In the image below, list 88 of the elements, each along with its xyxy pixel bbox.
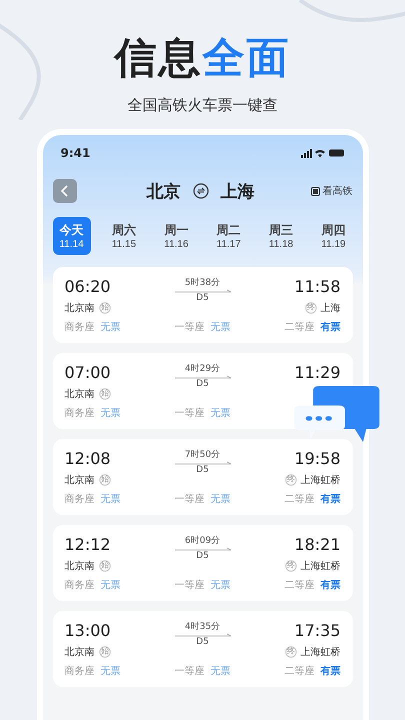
headline: 信息全面 (114, 32, 290, 84)
seat-class: 一等座 (174, 320, 204, 334)
high-speed-filter[interactable]: 看高铁 (310, 184, 352, 198)
ticket-status: 无票 (210, 492, 230, 506)
start-mark: 始 (98, 560, 110, 572)
date-tab[interactable]: 周二 11.17 (210, 217, 248, 255)
train-card[interactable]: 12:08 7时50分 D5 19:58 北京南 始 终 上海虹桥 商务座 无票 一等座 无票 二等座 有票 (52, 439, 352, 515)
date-tab[interactable]: 周四 11.19 (314, 217, 352, 255)
train-card[interactable]: 07:00 4时29分 D5 11:29 北京南 始 商务座 无票 一等座 无票 (52, 353, 352, 429)
seat-class: 一等座 (174, 406, 204, 420)
train-number: D5 (196, 293, 209, 303)
seat-class: 一等座 (174, 492, 204, 506)
departure-time: 12:12 (64, 535, 112, 556)
arrival-station: 上海 (320, 302, 340, 316)
departure-station: 北京南 (64, 302, 94, 316)
train-number: D5 (196, 465, 209, 475)
date-tab[interactable]: 周六 11.15 (104, 217, 143, 255)
departure-station: 北京南 (64, 560, 94, 574)
ticket-status: 无票 (210, 664, 230, 678)
arrival-station: 上海虹桥 (300, 646, 340, 660)
departure-time: 13:00 (64, 621, 112, 642)
arrival-station: 上海虹桥 (300, 474, 340, 488)
date-tab[interactable]: 周三 11.18 (262, 217, 300, 255)
start-mark: 始 (98, 388, 110, 400)
departure-time: 12:08 (64, 449, 112, 470)
train-card[interactable]: 13:00 4时35分 D5 17:35 北京南 始 终 上海虹桥 商务座 无票 一等座 无票 二等座 有票 (52, 611, 352, 687)
departure-time: 07:00 (64, 363, 112, 384)
start-mark: 始 (98, 302, 110, 314)
ticket-status: 有票 (320, 492, 340, 506)
status-time: 9:41 (60, 146, 90, 160)
ticket-status: 无票 (210, 578, 230, 592)
ticket-status: 无票 (100, 578, 120, 592)
seat-class: 商务座 (64, 578, 94, 592)
seat-class: 商务座 (64, 406, 94, 420)
date-tab[interactable]: 今天 11.14 (52, 217, 90, 255)
arrival-time: 11:29 (294, 363, 340, 384)
train-card[interactable]: 06:20 5时38分 D5 11:58 北京南 始 终 上海 商务座 无票 一等座 无票 二等座 有票 (52, 267, 352, 343)
ticket-status: 无票 (210, 406, 230, 420)
train-card[interactable]: 12:12 6时09分 D5 18:21 北京南 始 终 上海虹桥 商务座 无票 一等座 无票 二等座 有票 (52, 525, 352, 601)
seat-class: 商务座 (64, 492, 94, 506)
swap-icon[interactable] (192, 183, 208, 199)
seat-class: 一等座 (174, 578, 204, 592)
ticket-status: 无票 (100, 492, 120, 506)
seat-class: 商务座 (64, 320, 94, 334)
ticket-status: 无票 (210, 320, 230, 334)
seat-class: 一等座 (174, 664, 204, 678)
origin-city[interactable]: 北京 (146, 180, 180, 202)
seat-class: 二等座 (284, 492, 314, 506)
seat-class: 二等座 (284, 320, 314, 334)
departure-time: 06:20 (64, 277, 112, 298)
end-mark: 终 (304, 302, 316, 314)
ticket-status: 有票 (320, 664, 340, 678)
date-tab[interactable]: 周一 11.16 (157, 217, 196, 255)
seat-class: 商务座 (64, 664, 94, 678)
departure-station: 北京南 (64, 388, 94, 402)
start-mark: 始 (98, 646, 110, 658)
end-mark: 终 (284, 474, 296, 486)
duration: 5时38分 (184, 277, 220, 289)
train-number: D5 (196, 551, 209, 561)
duration: 4时29分 (184, 363, 220, 375)
ticket-status: 无票 (100, 406, 120, 420)
ticket-status: 无票 (100, 320, 120, 334)
duration: 6时09分 (184, 535, 220, 547)
end-mark: 终 (284, 646, 296, 658)
arrival-time: 18:21 (294, 535, 340, 556)
checkbox[interactable] (310, 186, 320, 196)
back-icon (60, 185, 70, 197)
train-number: D5 (196, 637, 209, 647)
ticket-status: 有票 (320, 320, 340, 334)
end-mark: 终 (284, 560, 296, 572)
status-icons (300, 148, 344, 158)
duration: 4时35分 (184, 621, 220, 633)
back-button[interactable] (52, 179, 76, 203)
subtitle: 全国高铁火车票一键查 (128, 96, 278, 115)
arrival-time: 11:58 (294, 277, 340, 298)
departure-station: 北京南 (64, 646, 94, 660)
ticket-status: 有票 (320, 578, 340, 592)
ticket-status: 无票 (100, 664, 120, 678)
arrival-station: 上海虹桥 (300, 560, 340, 574)
departure-station: 北京南 (64, 474, 94, 488)
duration: 7时50分 (184, 449, 220, 461)
start-mark: 始 (98, 474, 110, 486)
destination-city[interactable]: 上海 (220, 180, 254, 202)
arrival-time: 19:58 (294, 449, 340, 470)
seat-class: 二等座 (284, 664, 314, 678)
seat-class: 二等座 (284, 578, 314, 592)
arrival-time: 17:35 (294, 621, 340, 642)
train-number: D5 (196, 379, 209, 389)
